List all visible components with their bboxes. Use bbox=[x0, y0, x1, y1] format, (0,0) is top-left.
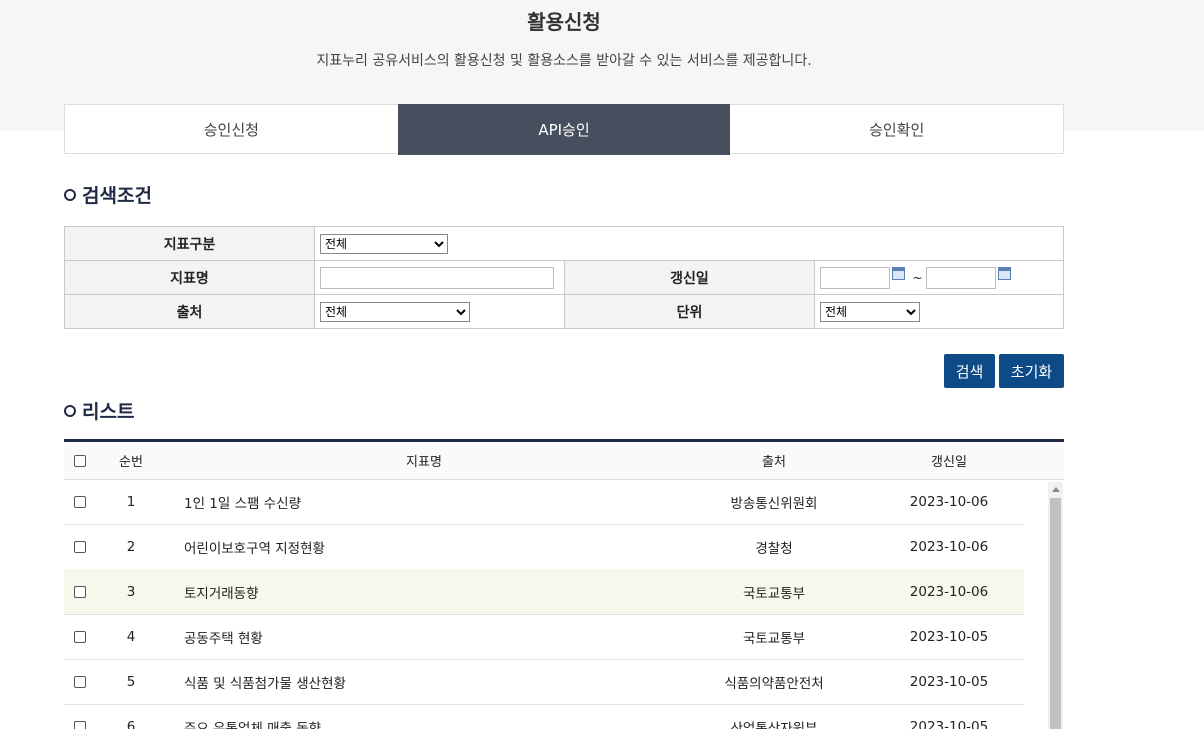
row-name[interactable]: 공동주택 현황 bbox=[184, 614, 664, 659]
row-source: 방송통신위원회 bbox=[664, 479, 884, 524]
list-row[interactable]: 5 식품 및 식품첨가물 생산현황 식품의약품안전처 2023-10-05 bbox=[64, 659, 1024, 705]
row-checkbox[interactable] bbox=[74, 721, 86, 729]
result-list: 순번 지표명 출처 갱신일 1 1인 1일 스팸 수신량 방송통신위원회 202… bbox=[64, 439, 1064, 729]
reset-button[interactable]: 초기화 bbox=[999, 354, 1064, 388]
row-checkbox[interactable] bbox=[74, 541, 86, 553]
select-all-checkbox[interactable] bbox=[74, 455, 86, 467]
indicator-name-input[interactable] bbox=[320, 267, 554, 289]
list-scrollbar[interactable] bbox=[1048, 482, 1063, 729]
row-no: 6 bbox=[96, 704, 166, 729]
row-source: 산업통상자원부 bbox=[664, 704, 884, 729]
row-date: 2023-10-05 bbox=[884, 704, 1014, 729]
col-header-name: 지표명 bbox=[184, 442, 664, 479]
row-no: 4 bbox=[96, 614, 166, 659]
list-section-label: 리스트 bbox=[82, 397, 134, 424]
tab-api-approval[interactable]: API승인 bbox=[398, 104, 731, 155]
row-name[interactable]: 1인 1일 스팸 수신량 bbox=[184, 479, 664, 524]
col-header-date: 갱신일 bbox=[884, 442, 1014, 479]
list-row[interactable]: 1 1인 1일 스팸 수신량 방송통신위원회 2023-10-06 bbox=[64, 479, 1024, 525]
list-row[interactable]: 4 공동주택 현황 국토교통부 2023-10-05 bbox=[64, 614, 1024, 660]
row-no: 1 bbox=[96, 479, 166, 524]
row-source: 국토교통부 bbox=[664, 569, 884, 614]
row-checkbox[interactable] bbox=[74, 496, 86, 508]
source-label: 출처 bbox=[65, 295, 315, 329]
col-header-no: 순번 bbox=[96, 442, 166, 479]
list-row[interactable]: 6 주요 유통업체 매출 동향 산업통상자원부 2023-10-05 bbox=[64, 704, 1024, 729]
page-title: 활용신청 bbox=[0, 6, 1128, 35]
date-from-input[interactable] bbox=[820, 267, 890, 289]
scroll-up-arrow-icon[interactable] bbox=[1048, 482, 1063, 497]
search-form: 지표구분 전체 지표명 갱신일 ~ 출처 전체 단위 전체 bbox=[64, 226, 1064, 329]
calendar-icon[interactable] bbox=[998, 267, 1011, 280]
list-section-title: 리스트 bbox=[64, 397, 134, 424]
row-no: 5 bbox=[96, 659, 166, 704]
list-row[interactable]: 3 토지거래동향 국토교통부 2023-10-06 bbox=[64, 569, 1024, 615]
tab-approval-request[interactable]: 승인신청 bbox=[65, 105, 398, 153]
row-checkbox[interactable] bbox=[74, 676, 86, 688]
source-select[interactable]: 전체 bbox=[320, 302, 470, 322]
row-name[interactable]: 토지거래동향 bbox=[184, 569, 664, 614]
row-checkbox[interactable] bbox=[74, 586, 86, 598]
row-date: 2023-10-06 bbox=[884, 569, 1014, 614]
row-name[interactable]: 어린이보호구역 지정현황 bbox=[184, 524, 664, 569]
row-checkbox[interactable] bbox=[74, 631, 86, 643]
tab-approval-check[interactable]: 승인확인 bbox=[730, 105, 1063, 153]
row-name[interactable]: 식품 및 식품첨가물 생산현황 bbox=[184, 659, 664, 704]
date-to-input[interactable] bbox=[926, 267, 996, 289]
row-source: 식품의약품안전처 bbox=[664, 659, 884, 704]
circle-bullet-icon bbox=[64, 405, 76, 417]
row-no: 3 bbox=[96, 569, 166, 614]
row-name[interactable]: 주요 유통업체 매출 동향 bbox=[184, 704, 664, 729]
row-date: 2023-10-05 bbox=[884, 659, 1014, 704]
row-date: 2023-10-06 bbox=[884, 524, 1014, 569]
list-header: 순번 지표명 출처 갱신일 bbox=[64, 442, 1064, 480]
indicator-type-select[interactable]: 전체 bbox=[320, 234, 448, 254]
unit-label: 단위 bbox=[565, 295, 815, 329]
col-header-source: 출처 bbox=[664, 442, 884, 479]
list-row[interactable]: 2 어린이보호구역 지정현황 경찰청 2023-10-06 bbox=[64, 524, 1024, 570]
circle-bullet-icon bbox=[64, 189, 76, 201]
row-date: 2023-10-06 bbox=[884, 479, 1014, 524]
search-button[interactable]: 검색 bbox=[944, 354, 995, 388]
indicator-name-label: 지표명 bbox=[65, 261, 315, 295]
indicator-type-label: 지표구분 bbox=[65, 227, 315, 261]
row-date: 2023-10-05 bbox=[884, 614, 1014, 659]
search-section-title: 검색조건 bbox=[64, 181, 152, 208]
unit-select[interactable]: 전체 bbox=[820, 302, 920, 322]
row-source: 경찰청 bbox=[664, 524, 884, 569]
calendar-icon[interactable] bbox=[892, 267, 905, 280]
date-separator: ~ bbox=[912, 271, 922, 285]
row-no: 2 bbox=[96, 524, 166, 569]
page-description: 지표누리 공유서비스의 활용신청 및 활용소스를 받아갈 수 있는 서비스를 제… bbox=[0, 50, 1128, 70]
scroll-thumb[interactable] bbox=[1050, 498, 1061, 729]
update-date-label: 갱신일 bbox=[565, 261, 815, 295]
tab-bar: 승인신청 API승인 승인확인 bbox=[64, 104, 1064, 154]
row-source: 국토교통부 bbox=[664, 614, 884, 659]
search-section-label: 검색조건 bbox=[82, 181, 152, 208]
